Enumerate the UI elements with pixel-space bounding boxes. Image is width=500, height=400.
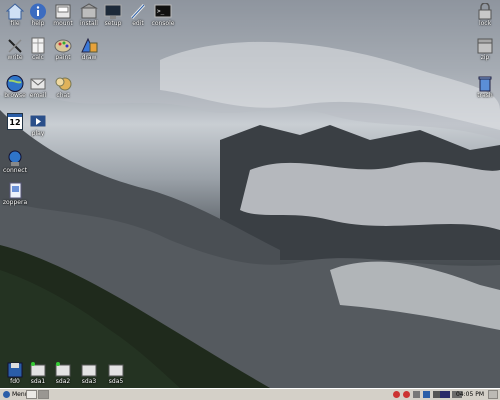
- icon-label: sda5: [108, 378, 124, 385]
- terminal-icon: >_: [154, 3, 172, 20]
- media-player-icon: [29, 113, 47, 130]
- svg-text:>_: >_: [157, 8, 165, 15]
- zip-icon[interactable]: zip: [470, 37, 500, 61]
- icon-label: console: [151, 20, 175, 27]
- network-icon: [6, 150, 24, 167]
- icon-label: connect: [3, 167, 27, 174]
- icon-label: zip: [480, 54, 490, 61]
- quick-launch-slot[interactable]: [38, 390, 49, 399]
- pen-icon: [129, 3, 147, 20]
- chat-bubble-icon: [54, 75, 72, 92]
- tray-update-icon[interactable]: [403, 391, 410, 398]
- tray-alert-icon[interactable]: [393, 391, 400, 398]
- spreadsheet-icon: [29, 37, 47, 54]
- icon-label: lock: [478, 20, 492, 27]
- trash-icon[interactable]: trash: [470, 75, 500, 99]
- icon-label: draw: [81, 54, 97, 61]
- connect-icon[interactable]: connect: [0, 150, 30, 174]
- desktop: file help mount install setup edit >_ co…: [0, 0, 500, 388]
- icon-label: sda3: [81, 378, 97, 385]
- envelope-icon: [29, 75, 47, 92]
- info-icon: [29, 3, 47, 20]
- calendar-day: 12: [9, 118, 21, 127]
- monitor-icon: [104, 3, 122, 20]
- floppy-icon: [6, 361, 24, 378]
- tray-battery-icon[interactable]: [433, 391, 440, 398]
- play-icon[interactable]: play: [23, 113, 53, 137]
- chat-icon[interactable]: chat: [48, 75, 78, 99]
- sda5-drive[interactable]: sda5: [101, 361, 131, 385]
- package-icon: [80, 3, 98, 20]
- archive-icon: [476, 37, 494, 54]
- tray-cpu-icon[interactable]: [440, 391, 450, 398]
- icon-label: trash: [477, 92, 493, 99]
- hard-drive-icon: [80, 361, 98, 378]
- icon-label: play: [31, 130, 45, 137]
- taskbar: Menu 04:05 PM: [0, 388, 500, 400]
- clock[interactable]: 04:05 PM: [456, 389, 484, 400]
- lock-icon[interactable]: lock: [470, 2, 500, 27]
- document-icon: [6, 182, 24, 199]
- hard-drive-icon: [107, 361, 125, 378]
- console-icon[interactable]: >_ console: [148, 3, 178, 27]
- shapes-icon: [80, 37, 98, 54]
- hard-drive-icon: [29, 361, 47, 378]
- calendar-page-icon: 12: [7, 113, 23, 130]
- icon-label: zoppera: [2, 199, 28, 206]
- house-icon: [5, 3, 25, 20]
- icon-label: chat: [56, 92, 70, 99]
- tray-volume-icon[interactable]: [413, 391, 420, 398]
- show-desktop-button[interactable]: [488, 390, 498, 399]
- disk-icon: [54, 3, 72, 20]
- sda3-drive[interactable]: sda3: [74, 361, 104, 385]
- draw-icon[interactable]: draw: [74, 37, 104, 61]
- palette-icon: [54, 37, 72, 54]
- padlock-icon: [476, 2, 494, 20]
- menu-icon: [3, 391, 10, 398]
- globe-icon: [6, 75, 24, 92]
- zoppera-icon[interactable]: zoppera: [0, 182, 30, 206]
- trash-can-icon: [476, 75, 494, 92]
- quick-launch-slot[interactable]: [26, 390, 37, 399]
- hard-drive-icon: [54, 361, 72, 378]
- tray-network-icon[interactable]: [423, 391, 430, 398]
- pencil-icon: [6, 37, 24, 54]
